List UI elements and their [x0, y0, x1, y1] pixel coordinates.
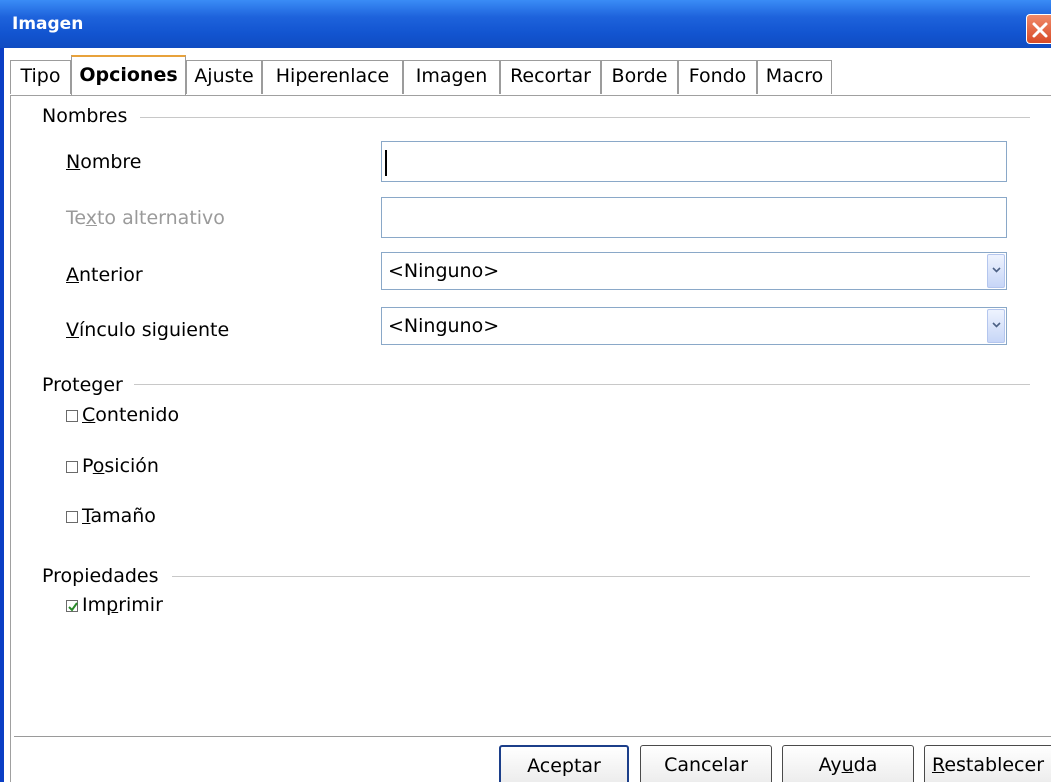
- vinculo-siguiente-dropdown-button[interactable]: [987, 309, 1005, 343]
- propiedades-header: Propiedades: [42, 565, 163, 587]
- tab-tipo[interactable]: Tipo: [10, 60, 71, 94]
- window-title: Imagen: [12, 14, 84, 34]
- contenido-label[interactable]: Contenido: [82, 404, 179, 426]
- tab-borde[interactable]: Borde: [601, 60, 678, 94]
- nombres-divider: [140, 117, 1030, 118]
- propiedades-divider: [172, 576, 1030, 577]
- close-icon: [1032, 22, 1048, 38]
- cancelar-button[interactable]: Cancelar: [640, 745, 772, 782]
- texto-alternativo-input[interactable]: [381, 197, 1007, 238]
- texto-alternativo-label: Texto alternativo: [66, 207, 225, 229]
- vinculo-siguiente-selected-value: <Ninguno>: [388, 315, 500, 337]
- ayuda-button[interactable]: Ayuda: [782, 745, 914, 782]
- restablecer-button[interactable]: Restablecer: [924, 745, 1051, 782]
- imprimir-checkbox[interactable]: [66, 600, 78, 612]
- button-bar-divider: [14, 736, 1051, 737]
- proteger-divider: [134, 384, 1030, 385]
- anterior-label: Anterior: [66, 264, 143, 286]
- nombre-label: Nombre: [66, 151, 142, 173]
- proteger-header: Proteger: [42, 374, 127, 396]
- tab-opciones[interactable]: Opciones: [71, 55, 186, 95]
- posicion-label[interactable]: Posición: [82, 455, 159, 477]
- anterior-select[interactable]: <Ninguno>: [381, 252, 1007, 290]
- imprimir-label[interactable]: Imprimir: [82, 594, 163, 616]
- posicion-checkbox[interactable]: [66, 461, 78, 473]
- nombre-input[interactable]: [381, 141, 1007, 182]
- chevron-down-icon: [992, 322, 1001, 328]
- text-caret: [385, 150, 387, 176]
- tab-recortar[interactable]: Recortar: [500, 60, 601, 94]
- aceptar-button[interactable]: Aceptar: [499, 745, 629, 782]
- vinculo-siguiente-label: Vínculo siguiente: [66, 319, 230, 341]
- anterior-selected-value: <Ninguno>: [388, 260, 500, 282]
- tab-fondo[interactable]: Fondo: [678, 60, 757, 94]
- chevron-down-icon: [992, 267, 1001, 273]
- title-bar: Imagen: [0, 0, 1051, 48]
- tamano-label[interactable]: Tamaño: [82, 505, 156, 527]
- contenido-checkbox[interactable]: [66, 410, 78, 422]
- tab-imagen[interactable]: Imagen: [403, 60, 500, 94]
- checkmark-icon: [68, 602, 78, 612]
- tab-ajuste[interactable]: Ajuste: [186, 60, 262, 94]
- tab-hiperenlace[interactable]: Hiperenlace: [262, 60, 403, 94]
- anterior-dropdown-button[interactable]: [987, 254, 1005, 288]
- nombres-header: Nombres: [42, 105, 132, 127]
- tamano-checkbox[interactable]: [66, 511, 78, 523]
- tab-macro[interactable]: Macro: [757, 60, 832, 94]
- vinculo-siguiente-select[interactable]: <Ninguno>: [381, 307, 1007, 345]
- close-button[interactable]: [1026, 14, 1051, 44]
